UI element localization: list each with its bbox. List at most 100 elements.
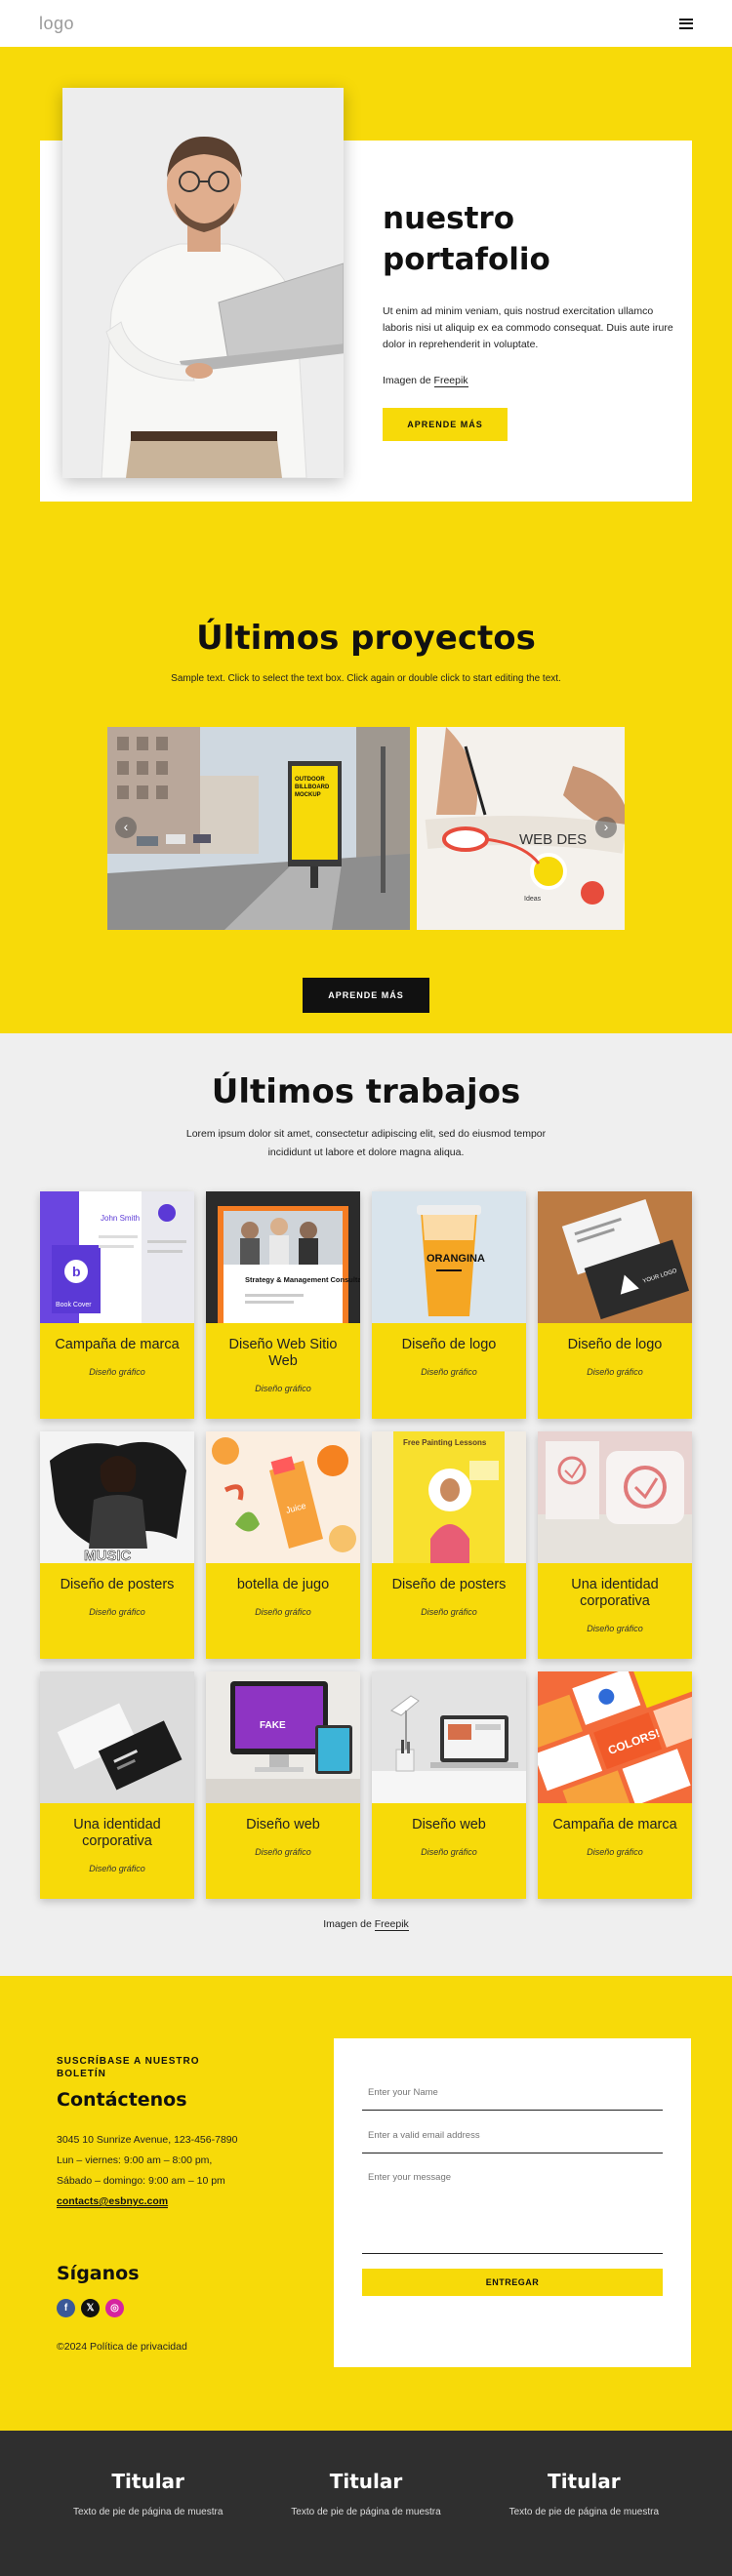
work-card-category: Diseño gráfico <box>255 1384 311 1393</box>
hero-section: nuestro portafolio Ut enim ad minim veni… <box>0 47 732 566</box>
work-card-category: Diseño gráfico <box>89 1864 145 1873</box>
projects-learn-more-button[interactable]: APRENDE MÁS <box>303 978 429 1013</box>
work-card-image <box>372 1671 526 1803</box>
work-card[interactable]: MUSIC Diseño de posters Diseño gráfico <box>40 1431 194 1659</box>
work-card-title: Una identidad corporativa <box>73 1817 161 1849</box>
hero-credit-prefix: Imagen de <box>383 375 431 386</box>
slide2-text: WEB DES <box>519 831 587 848</box>
work-card[interactable]: YOUR LOGO Diseño de logo Diseño gráfico <box>538 1191 692 1419</box>
follow-title: Síganos <box>57 2263 140 2284</box>
contact-email-link[interactable]: contacts@esbnyc.com <box>57 2195 169 2208</box>
name-field-wrapper <box>362 2087 663 2111</box>
footer-text: Texto de pie de página de muestra <box>508 2507 660 2517</box>
slider-prev-arrow-icon[interactable]: ‹ <box>115 817 137 838</box>
footer-text: Texto de pie de página de muestra <box>72 2507 224 2517</box>
work-card[interactable]: ORANGINA Diseño de logo Diseño gráfico <box>372 1191 526 1419</box>
card7-img-text: Free Painting Lessons <box>403 1438 487 1447</box>
work-card[interactable]: Juice botella de jugo Diseño gráfico <box>206 1431 360 1659</box>
footer-title: Titular <box>548 2470 621 2493</box>
projects-section: Últimos proyectos Sample text. Click to … <box>0 566 732 1033</box>
card1-img-text: John Smith <box>101 1214 140 1223</box>
contact-hours-weekday: Lun – viernes: 9:00 am – 8:00 pm, <box>57 2154 213 2166</box>
contact-info: 3045 10 Sunrize Avenue, 123-456-7890 Lun… <box>57 2130 237 2212</box>
work-card-category: Diseño gráfico <box>89 1367 145 1377</box>
projects-slider[interactable]: OUTDOOR BILLBOARD MOCKUP WEB DES Ideas ‹… <box>107 727 625 930</box>
work-card-category: Diseño gráfico <box>587 1367 643 1377</box>
social-links: f 𝕏 ◎ <box>57 2299 124 2317</box>
newsletter-label: SUSCRÍBASE A NUESTRO BOLETÍN <box>57 2056 200 2079</box>
x-icon[interactable]: 𝕏 <box>81 2299 100 2317</box>
footer-text: Texto de pie de página de muestra <box>291 2507 441 2517</box>
slide2-label: Ideas <box>524 896 542 903</box>
hero-title-line2: portafolio <box>383 242 550 277</box>
work-card[interactable]: COLORS! Campaña de marca Diseño gráfico <box>538 1671 692 1899</box>
submit-button[interactable]: ENTREGAR <box>362 2269 663 2296</box>
card5-img-text: MUSIC <box>84 1548 132 1563</box>
work-card-title: Una identidad corporativa <box>571 1577 659 1609</box>
work-card[interactable]: b Book Cover John Smith Campaña de marca… <box>40 1191 194 1419</box>
work-card[interactable]: Una identidad corporativa Diseño gráfico <box>40 1671 194 1899</box>
facebook-icon[interactable]: f <box>57 2299 75 2317</box>
contact-form: ENTREGAR <box>334 2038 691 2367</box>
slide-billboard: OUTDOOR BILLBOARD MOCKUP <box>107 727 410 930</box>
work-card-image: b Book Cover John Smith <box>40 1191 194 1323</box>
card3-img-text: ORANGINA <box>427 1253 485 1265</box>
work-card[interactable]: Una identidad corporativa Diseño gráfico <box>538 1431 692 1659</box>
works-credit: Imagen de Freepik <box>0 1918 732 1931</box>
work-card[interactable]: FAKE Diseño web Diseño gráfico <box>206 1671 360 1899</box>
hero-learn-more-button[interactable]: APRENDE MÁS <box>383 408 508 441</box>
footer-title: Titular <box>329 2470 403 2493</box>
contact-title: Contáctenos <box>57 2089 187 2111</box>
hero-title-line1: nuestro <box>383 201 515 236</box>
work-card-title: Diseño de logo <box>401 1337 497 1352</box>
slide-web-design: WEB DES Ideas <box>417 727 625 930</box>
message-field[interactable] <box>368 2172 657 2226</box>
instagram-icon[interactable]: ◎ <box>105 2299 124 2317</box>
hero-photo <box>62 88 344 478</box>
name-field[interactable] <box>368 2087 657 2098</box>
work-card-image: Juice <box>206 1431 360 1563</box>
work-card-title: Diseño Web Sitio Web <box>228 1337 338 1369</box>
works-subtitle: Lorem ipsum dolor sit amet, consectetur … <box>185 1128 547 1158</box>
work-card[interactable]: Strategy & Management Consultancy Diseño… <box>206 1191 360 1419</box>
footer-column: Titular Texto de pie de página de muestr… <box>51 2470 246 2576</box>
work-card[interactable]: Diseño web Diseño gráfico <box>372 1671 526 1899</box>
footer-column: Titular Texto de pie de página de muestr… <box>268 2470 464 2576</box>
work-card-category: Diseño gráfico <box>421 1847 477 1857</box>
card10-img-text: FAKE <box>260 1720 286 1731</box>
copyright[interactable]: ©2024 Política de privacidad <box>57 2341 187 2353</box>
work-card-category: Diseño gráfico <box>255 1607 311 1617</box>
contact-section: SUSCRÍBASE A NUESTRO BOLETÍN Contáctenos… <box>0 1976 732 2431</box>
work-card-title: Diseño de posters <box>391 1577 507 1592</box>
work-card-category: Diseño gráfico <box>587 1624 643 1633</box>
works-credit-link[interactable]: Freepik <box>374 1918 409 1931</box>
card1-img-caption: Book Cover <box>56 1302 92 1308</box>
hero-description: Ut enim ad minim veniam, quis nostrud ex… <box>383 305 673 350</box>
footer-title: Titular <box>111 2470 184 2493</box>
work-card-title: Diseño web <box>246 1817 320 1832</box>
works-credit-prefix: Imagen de <box>323 1918 372 1930</box>
site-header: logo <box>0 0 732 47</box>
projects-subtitle: Sample text. Click to select the text bo… <box>171 673 561 684</box>
message-field-wrapper <box>362 2172 663 2254</box>
hero-title: nuestro portafolio <box>383 198 680 280</box>
hamburger-menu-icon[interactable] <box>679 18 693 29</box>
work-card[interactable]: Free Painting Lessons Diseño de posters … <box>372 1431 526 1659</box>
logo[interactable]: logo <box>39 14 74 34</box>
work-card-image: ORANGINA <box>372 1191 526 1323</box>
work-card-image: Free Painting Lessons <box>372 1431 526 1563</box>
work-card-title: Campaña de marca <box>552 1817 677 1832</box>
slider-next-arrow-icon[interactable]: › <box>595 817 617 838</box>
slide1-text-line3: MOCKUP <box>295 792 321 798</box>
slide1-text-line2: BILLBOARD <box>295 785 330 790</box>
card2-img-text: Strategy & Management Consultancy <box>245 1275 360 1284</box>
work-card-category: Diseño gráfico <box>255 1847 311 1857</box>
email-field[interactable] <box>368 2130 657 2141</box>
hero-text: nuestro portafolio Ut enim ad minim veni… <box>383 198 680 441</box>
work-card-title: Campaña de marca <box>55 1337 180 1352</box>
hero-credit-link[interactable]: Freepik <box>433 375 468 387</box>
work-card-title: botella de jugo <box>236 1577 330 1592</box>
slide1-text-line1: OUTDOOR <box>295 777 325 783</box>
work-card-image: Strategy & Management Consultancy <box>206 1191 360 1323</box>
works-grid: b Book Cover John Smith Campaña de marca… <box>40 1191 692 1899</box>
